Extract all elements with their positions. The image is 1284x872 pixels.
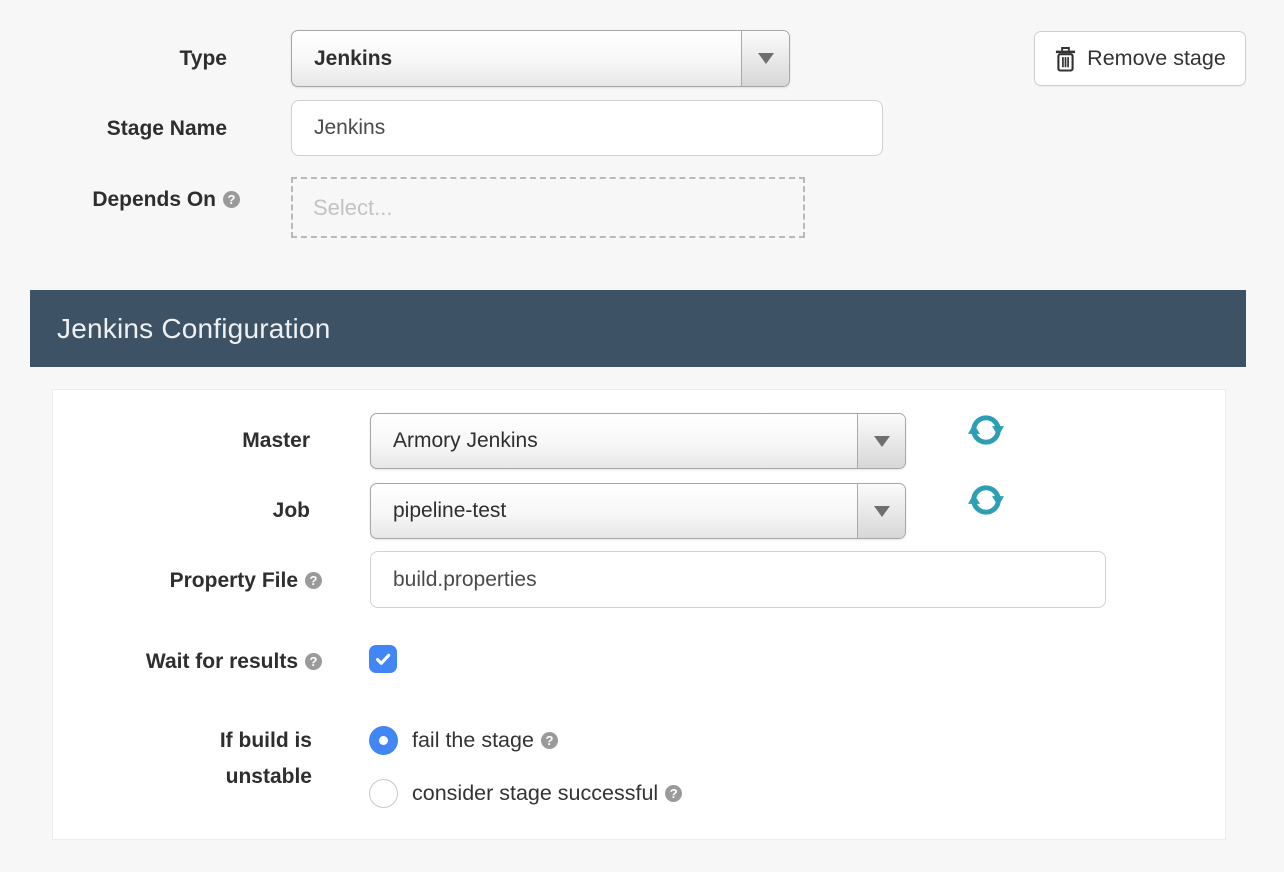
stage-name-input[interactable]: Jenkins xyxy=(291,100,883,156)
job-select-value: pipeline-test xyxy=(371,499,506,523)
radio-fail-the-stage[interactable] xyxy=(369,726,398,755)
type-select[interactable]: Jenkins xyxy=(291,30,790,87)
type-label: Type xyxy=(0,45,227,73)
master-select[interactable]: Armory Jenkins xyxy=(370,413,906,469)
refresh-masters-icon[interactable] xyxy=(968,412,1004,448)
stage-name-label: Stage Name xyxy=(0,115,227,143)
chevron-down-icon xyxy=(857,484,905,538)
section-title: Jenkins Configuration xyxy=(57,313,330,345)
master-label: Master xyxy=(0,427,310,455)
depends-on-placeholder: Select... xyxy=(313,195,392,221)
type-select-value: Jenkins xyxy=(292,47,392,71)
remove-stage-label: Remove stage xyxy=(1087,46,1226,71)
wait-for-results-checkbox[interactable] xyxy=(369,645,397,673)
help-icon[interactable]: ? xyxy=(223,191,240,208)
depends-on-label: Depends On? xyxy=(0,186,240,214)
help-icon[interactable]: ? xyxy=(305,653,322,670)
help-icon[interactable]: ? xyxy=(305,572,322,589)
help-icon[interactable]: ? xyxy=(665,785,682,802)
help-icon[interactable]: ? xyxy=(541,732,558,749)
trash-icon xyxy=(1054,46,1077,72)
refresh-jobs-icon[interactable] xyxy=(968,482,1004,518)
stage-name-value: Jenkins xyxy=(314,116,385,140)
radio-consider-stage-successful[interactable] xyxy=(369,779,398,808)
depends-on-select[interactable]: Select... xyxy=(291,177,805,238)
jenkins-stage-config-screen: Type Jenkins Remove stage Stage Name Jen… xyxy=(0,0,1284,872)
job-select[interactable]: pipeline-test xyxy=(370,483,906,539)
radio-consider-stage-successful-label[interactable]: consider stage successful? xyxy=(412,779,682,807)
if-build-unstable-label: If build is unstable xyxy=(0,723,312,795)
chevron-down-icon xyxy=(741,31,789,86)
radio-fail-the-stage-label[interactable]: fail the stage? xyxy=(412,726,558,754)
wait-for-results-label: Wait for results? xyxy=(0,648,322,676)
section-header: Jenkins Configuration xyxy=(30,290,1246,367)
master-select-value: Armory Jenkins xyxy=(371,429,538,453)
remove-stage-button[interactable]: Remove stage xyxy=(1034,31,1246,86)
job-label: Job xyxy=(0,497,310,525)
property-file-label: Property File? xyxy=(0,567,322,595)
property-file-value: build.properties xyxy=(393,568,537,592)
chevron-down-icon xyxy=(857,414,905,468)
property-file-input[interactable]: build.properties xyxy=(370,551,1106,608)
